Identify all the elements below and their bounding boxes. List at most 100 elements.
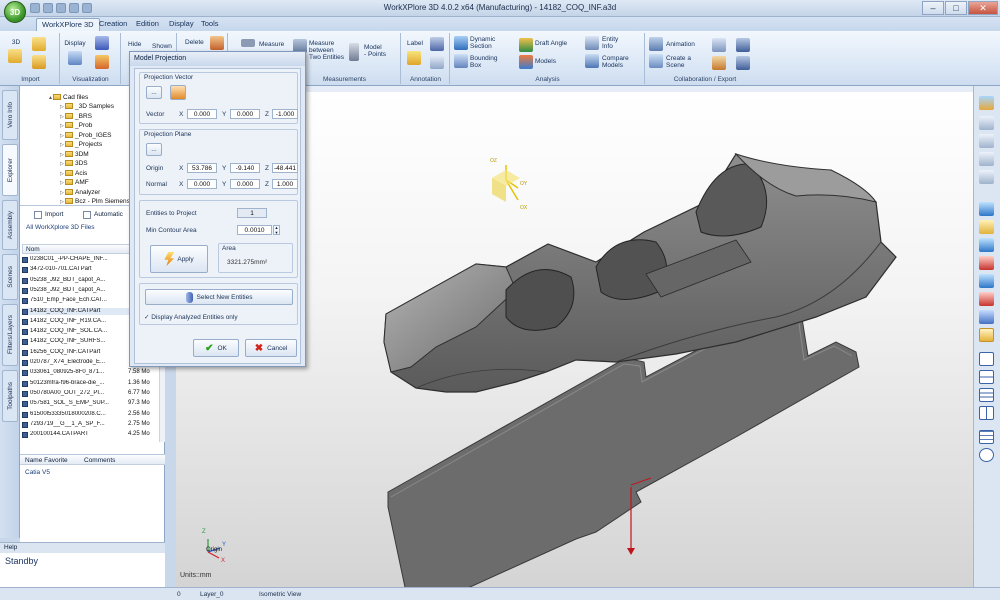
draft-angle-button[interactable]: Draft Angle bbox=[535, 40, 567, 47]
view-front-icon[interactable] bbox=[979, 202, 994, 216]
apply-button[interactable]: Apply bbox=[150, 245, 208, 273]
view-back-icon[interactable] bbox=[979, 256, 994, 270]
vector-x-field[interactable]: 0.000 bbox=[187, 109, 217, 119]
models-button[interactable]: Models bbox=[535, 58, 556, 65]
origin-y-field[interactable]: -9.140 bbox=[230, 163, 260, 173]
min-contour-spinner[interactable]: ▲ ▼ bbox=[273, 225, 280, 235]
zoom-in-icon[interactable] bbox=[979, 152, 994, 166]
tree-folder-item[interactable]: ▷ 3DS bbox=[60, 160, 88, 170]
tree-folder-item[interactable]: ▷ _Prob_IGES bbox=[60, 131, 112, 142]
compare-models-icon[interactable] bbox=[585, 54, 599, 68]
import-3d-button[interactable]: 3D bbox=[10, 39, 22, 46]
model-points-button[interactable]: Model - Points bbox=[364, 44, 386, 58]
normal-x-field[interactable]: 0.000 bbox=[187, 179, 217, 189]
cube-view-icon[interactable] bbox=[95, 36, 109, 50]
ok-button[interactable]: ✔ OK bbox=[193, 339, 239, 357]
file-row[interactable]: 200100144.CATPART 4.25 Mo bbox=[22, 431, 159, 439]
label-icon[interactable] bbox=[407, 51, 421, 65]
favorites-name-header[interactable]: Name Favorite bbox=[25, 457, 68, 464]
measure-button[interactable]: Measure bbox=[259, 41, 284, 48]
normal-z-field[interactable]: 1.000 bbox=[272, 179, 298, 189]
import-checkbox[interactable] bbox=[34, 211, 42, 219]
text-abc-icon[interactable] bbox=[430, 55, 444, 69]
current-layer[interactable]: Layer_0 bbox=[200, 589, 224, 600]
dynamic-section-button[interactable]: Dynamic Section bbox=[470, 36, 495, 50]
display-button[interactable]: Display bbox=[64, 40, 86, 47]
animation-button[interactable]: Animation bbox=[666, 41, 695, 48]
quick-print-icon[interactable] bbox=[56, 3, 66, 13]
create-scene-icon[interactable] bbox=[649, 54, 663, 68]
tab-display[interactable]: Display bbox=[164, 18, 199, 31]
zoom-fit-icon[interactable] bbox=[979, 134, 994, 148]
tree-folder-item[interactable]: ▷ _Prob bbox=[60, 122, 92, 132]
model-points-icon[interactable] bbox=[349, 43, 359, 61]
shown-button[interactable]: Shown bbox=[152, 43, 172, 50]
file-row[interactable]: 61500l53335018000208.C... 2.56 Mo bbox=[22, 411, 159, 419]
tab-assembly[interactable]: Assembly bbox=[2, 200, 18, 250]
file-row[interactable]: 033061_080925-8F0_871... 7.58 Mo bbox=[22, 369, 159, 377]
file-row[interactable]: 050780A00_OUT_272_PI... 6.77 Mo bbox=[22, 390, 159, 398]
tab-tools[interactable]: Tools bbox=[196, 18, 224, 31]
file-row[interactable]: 057581_SOL_S_EMP_SUP... 97.3 Mo bbox=[22, 400, 159, 408]
view-top-icon[interactable] bbox=[979, 220, 994, 234]
tree-folder-item[interactable]: ▷ _3D Samples bbox=[60, 103, 114, 113]
view-right-icon[interactable] bbox=[979, 238, 994, 252]
layout-split-h-icon[interactable] bbox=[979, 370, 994, 384]
export-icon[interactable] bbox=[712, 38, 726, 52]
models-analysis-icon[interactable] bbox=[519, 55, 533, 69]
share-icon[interactable] bbox=[736, 56, 750, 70]
tree-folder-item[interactable]: ▷ Bcz - Plm Siemens bbox=[60, 198, 130, 205]
origin-z-field[interactable]: -48.441 bbox=[272, 163, 298, 173]
view-cube-icon[interactable] bbox=[979, 96, 994, 110]
favorites-comments-header[interactable]: Comments bbox=[84, 457, 115, 464]
view-left-icon[interactable] bbox=[979, 274, 994, 288]
min-contour-field[interactable]: 0.0010 bbox=[237, 225, 272, 235]
select-new-entities-button[interactable]: Select New Entities bbox=[145, 289, 293, 305]
tab-toolpaths[interactable]: Toolpaths bbox=[2, 370, 18, 422]
delete-button[interactable]: Delete bbox=[185, 39, 204, 46]
entity-info-icon[interactable] bbox=[585, 36, 599, 50]
zoom-box-icon[interactable] bbox=[979, 116, 994, 130]
label-button[interactable]: Label bbox=[407, 40, 423, 47]
quick-open-icon[interactable] bbox=[30, 3, 40, 13]
vector-dots-button[interactable]: ... bbox=[146, 86, 162, 99]
tab-scenes[interactable]: Scenes bbox=[2, 254, 18, 300]
origin-x-field[interactable]: 53.786 bbox=[187, 163, 217, 173]
bounding-box-icon[interactable] bbox=[454, 54, 468, 68]
save-export-icon[interactable] bbox=[736, 38, 750, 52]
file-filter-dropdown[interactable]: All WorkXplore 3D Files bbox=[26, 224, 95, 231]
open-recent-icon[interactable] bbox=[32, 55, 46, 69]
view-bottom-icon[interactable] bbox=[979, 292, 994, 306]
app-logo[interactable]: 3D bbox=[4, 1, 26, 23]
file-row[interactable]: 7293719__G__1_A_SP_F... 2.75 Mo bbox=[22, 421, 159, 429]
target-icon[interactable] bbox=[979, 448, 994, 462]
automatic-checkbox[interactable] bbox=[83, 211, 91, 219]
tab-explorer[interactable]: Explorer bbox=[2, 144, 18, 196]
file-row[interactable]: 50123mfra-f96-brace-die_... 1.36 Mo bbox=[22, 380, 159, 388]
compare-models-button[interactable]: Compare Models bbox=[602, 55, 629, 69]
vector-z-field[interactable]: -1.000 bbox=[272, 109, 298, 119]
grid-icon[interactable] bbox=[979, 430, 994, 444]
tab-edition[interactable]: Edition bbox=[131, 18, 164, 31]
minimize-button[interactable]: – bbox=[922, 1, 944, 15]
tree-folder-item[interactable]: ▷ _BRS bbox=[60, 112, 92, 123]
tree-folder-item[interactable]: ▷ Acis bbox=[60, 169, 87, 180]
tab-creation[interactable]: Creation bbox=[94, 18, 132, 31]
measure-between-button[interactable]: Measure between Two Entities bbox=[309, 40, 344, 61]
tab-vero-info[interactable]: Vero Info bbox=[2, 90, 18, 140]
layout-quad-icon[interactable] bbox=[979, 406, 994, 420]
tree-folder-item[interactable]: ▷ 3DM bbox=[60, 150, 89, 161]
maximize-button[interactable]: □ bbox=[945, 1, 967, 15]
tree-folder-item[interactable]: ▷ AMF bbox=[60, 179, 89, 189]
animation-icon[interactable] bbox=[649, 37, 663, 51]
measure-icon[interactable] bbox=[241, 39, 255, 47]
vector-y-field[interactable]: 0.000 bbox=[230, 109, 260, 119]
favorite-item[interactable]: Catia V5 bbox=[25, 469, 50, 476]
zoom-out-icon[interactable] bbox=[979, 170, 994, 184]
pick-vector-icon[interactable] bbox=[170, 85, 186, 100]
dynamic-section-icon[interactable] bbox=[454, 36, 468, 50]
import-folder-icon[interactable] bbox=[8, 49, 22, 63]
open-folder-icon[interactable] bbox=[32, 37, 46, 51]
entity-info-button[interactable]: Entity Info bbox=[602, 36, 618, 50]
cancel-button[interactable]: ✖ Cancel bbox=[245, 339, 297, 357]
